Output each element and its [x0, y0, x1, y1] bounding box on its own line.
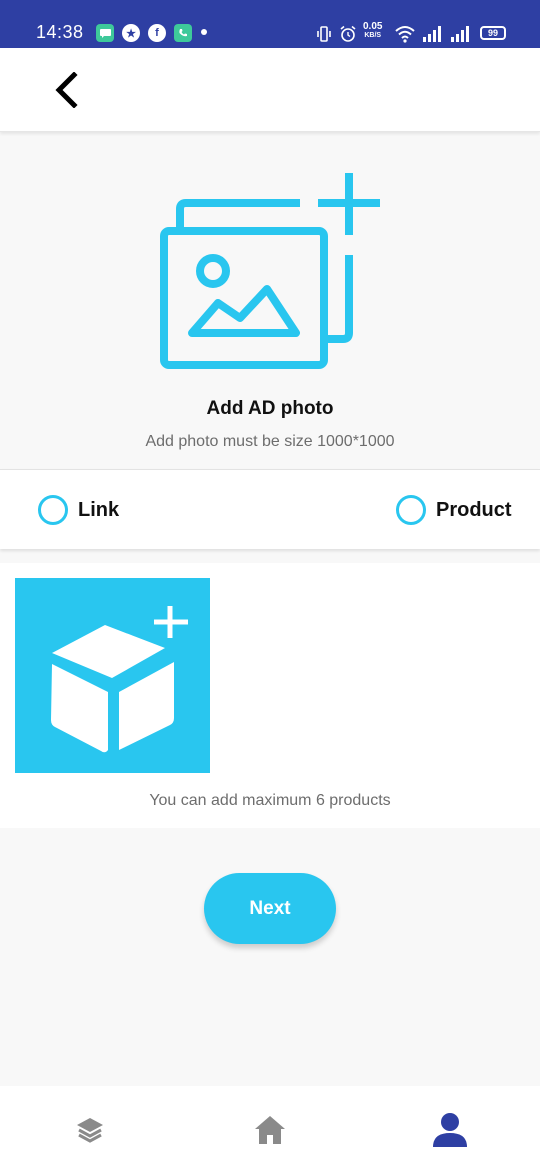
- radio-label-link: Link: [78, 498, 120, 521]
- signal-icon-1: [423, 26, 441, 42]
- phone-notification-icon: [174, 24, 192, 42]
- nav-item-layers[interactable]: [68, 1108, 112, 1152]
- nav-item-profile[interactable]: [428, 1108, 472, 1152]
- add-photo-button[interactable]: [160, 173, 382, 374]
- app-bar: [0, 48, 540, 132]
- photo-hint: Add photo must be size 1000*1000: [145, 433, 395, 450]
- alarm-icon: [340, 25, 356, 42]
- radio-option-link[interactable]: Link: [38, 494, 119, 526]
- radio-label-product: Product: [436, 498, 512, 521]
- signal-icon-2: [451, 26, 469, 42]
- photo-title: Add AD photo: [206, 398, 334, 419]
- star-notification-icon: ★: [122, 24, 140, 42]
- battery-icon: 99: [480, 26, 506, 40]
- back-button[interactable]: [44, 68, 88, 112]
- home-icon: [255, 1116, 285, 1144]
- product-hint: You can add maximum 6 products: [149, 792, 391, 809]
- radio-option-product[interactable]: Product: [396, 494, 512, 526]
- messages-notification-icon: [96, 24, 114, 42]
- next-button[interactable]: Next: [204, 873, 336, 944]
- layers-icon: [77, 1118, 103, 1143]
- network-speed: 0.05 KB/S: [363, 21, 383, 40]
- wifi-icon: [395, 26, 415, 43]
- more-notifications-dot: [201, 29, 207, 35]
- bottom-nav: [0, 1086, 540, 1170]
- add-photo-icon: [160, 173, 380, 369]
- add-product-button[interactable]: [15, 578, 210, 773]
- status-bar: 14:38 ★ f 0.05 KB/S 99: [0, 0, 540, 48]
- vibrate-icon: [317, 26, 331, 42]
- person-icon: [433, 1113, 467, 1147]
- chevron-left-icon: [55, 72, 78, 108]
- radio-button-link[interactable]: [38, 495, 68, 525]
- products-section: You can add maximum 6 products: [0, 563, 540, 828]
- ad-photo-section: Add AD photo Add photo must be size 1000…: [0, 133, 540, 469]
- ad-type-selector: Link Product: [0, 469, 540, 549]
- facebook-notification-icon: f: [148, 24, 166, 42]
- nav-item-home[interactable]: [248, 1108, 292, 1152]
- add-product-box-icon: [51, 606, 188, 753]
- status-time: 14:38: [36, 22, 84, 42]
- radio-button-product[interactable]: [396, 495, 426, 525]
